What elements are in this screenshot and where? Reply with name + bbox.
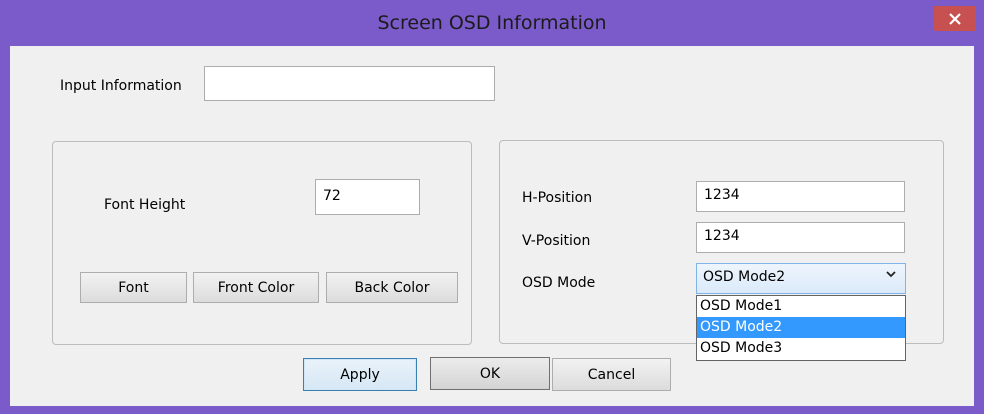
dialog-window: Screen OSD Information Input Information…: [0, 0, 984, 414]
dialog-client-area: Input Information Font Height 72 Font Fr…: [10, 46, 974, 406]
osd-mode-option-2[interactable]: OSD Mode2: [697, 317, 905, 338]
chevron-down-icon: [885, 268, 897, 283]
font-settings-group: [52, 141, 472, 345]
osd-mode-option-3[interactable]: OSD Mode3: [697, 338, 905, 359]
osd-mode-option-1[interactable]: OSD Mode1: [697, 296, 905, 317]
font-button[interactable]: Font: [80, 272, 187, 303]
osd-mode-select[interactable]: OSD Mode2: [696, 263, 906, 294]
v-position-field[interactable]: 1234: [696, 222, 905, 253]
input-information-field[interactable]: [204, 66, 495, 101]
title-bar[interactable]: Screen OSD Information: [0, 0, 984, 46]
ok-button[interactable]: OK: [430, 357, 550, 390]
back-color-button[interactable]: Back Color: [326, 272, 458, 303]
h-position-field[interactable]: 1234: [696, 181, 905, 212]
osd-mode-selected-value: OSD Mode2: [703, 269, 786, 285]
osd-mode-label: OSD Mode: [522, 275, 596, 291]
cancel-button[interactable]: Cancel: [552, 358, 671, 391]
h-position-label: H-Position: [522, 190, 593, 206]
close-button[interactable]: [934, 6, 976, 31]
input-information-label: Input Information: [60, 78, 182, 94]
apply-button[interactable]: Apply: [303, 358, 417, 391]
font-height-label: Font Height: [104, 197, 186, 213]
front-color-button[interactable]: Front Color: [193, 272, 319, 303]
osd-mode-dropdown-list: OSD Mode1 OSD Mode2 OSD Mode3: [696, 295, 906, 361]
close-icon: [949, 12, 961, 25]
font-height-field[interactable]: 72: [315, 179, 420, 215]
window-title: Screen OSD Information: [377, 12, 607, 34]
v-position-label: V-Position: [522, 233, 591, 249]
